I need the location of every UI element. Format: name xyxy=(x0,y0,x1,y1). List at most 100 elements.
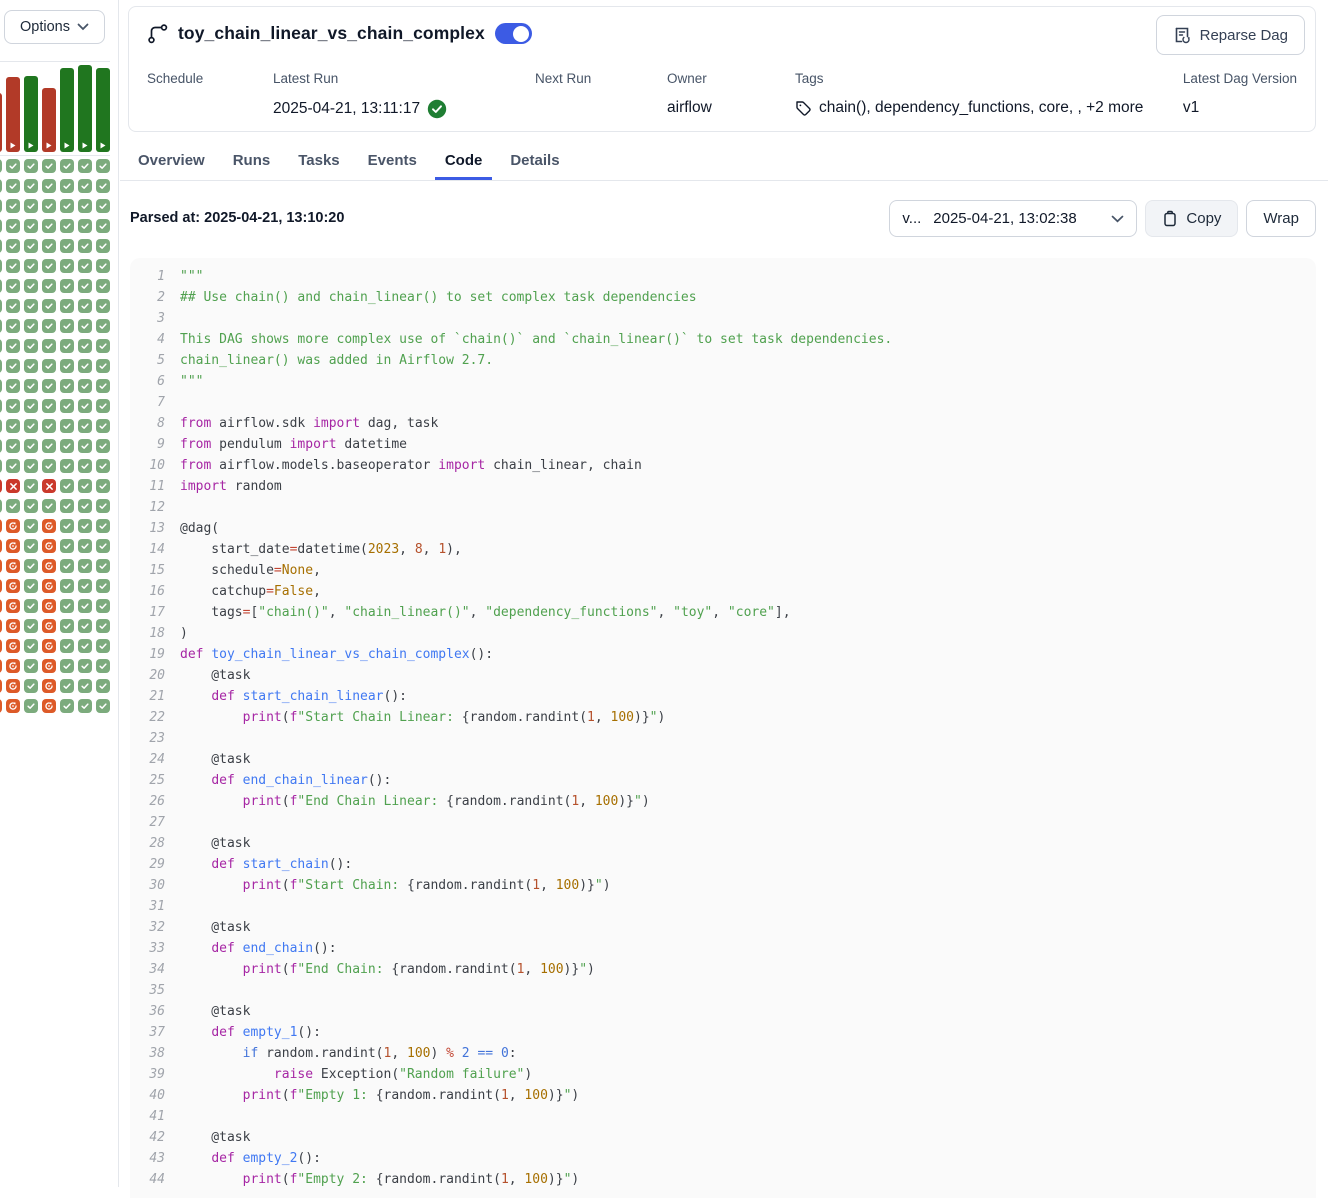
task-instance-success[interactable] xyxy=(0,499,2,513)
task-instance-success[interactable] xyxy=(78,279,92,293)
task-instance-success[interactable] xyxy=(96,619,110,633)
task-instance-success[interactable] xyxy=(6,459,20,473)
task-instance-success[interactable] xyxy=(96,479,110,493)
task-instance-failed[interactable] xyxy=(6,479,20,493)
task-instance-success[interactable] xyxy=(0,179,2,193)
tab-overview[interactable]: Overview xyxy=(128,143,215,180)
task-instance-success[interactable] xyxy=(78,579,92,593)
task-instance-success[interactable] xyxy=(60,359,74,373)
task-instance-success[interactable] xyxy=(42,499,56,513)
task-instance-success[interactable] xyxy=(6,239,20,253)
task-instance-success[interactable] xyxy=(60,539,74,553)
task-instance-success[interactable] xyxy=(96,519,110,533)
task-instance-success[interactable] xyxy=(78,199,92,213)
task-instance-success[interactable] xyxy=(42,159,56,173)
task-instance-success[interactable] xyxy=(0,279,2,293)
task-instance-success[interactable] xyxy=(24,679,38,693)
task-instance-success[interactable] xyxy=(60,379,74,393)
copy-button[interactable]: Copy xyxy=(1145,200,1238,237)
task-instance-success[interactable] xyxy=(96,279,110,293)
task-instance-up_for_retry[interactable] xyxy=(6,519,20,533)
task-instance-success[interactable] xyxy=(96,499,110,513)
task-instance-up_for_retry[interactable] xyxy=(0,539,2,553)
task-instance-success[interactable] xyxy=(6,499,20,513)
task-instance-up_for_retry[interactable] xyxy=(6,579,20,593)
task-instance-success[interactable] xyxy=(60,459,74,473)
task-instance-success[interactable] xyxy=(0,199,2,213)
task-instance-success[interactable] xyxy=(0,259,2,273)
task-instance-success[interactable] xyxy=(96,599,110,613)
task-instance-success[interactable] xyxy=(96,159,110,173)
task-instance-success[interactable] xyxy=(78,219,92,233)
task-instance-success[interactable] xyxy=(24,439,38,453)
task-instance-success[interactable] xyxy=(42,279,56,293)
task-instance-success[interactable] xyxy=(78,419,92,433)
task-instance-success[interactable] xyxy=(78,559,92,573)
task-instance-success[interactable] xyxy=(60,599,74,613)
task-instance-success[interactable] xyxy=(42,459,56,473)
task-instance-success[interactable] xyxy=(96,319,110,333)
task-instance-success[interactable] xyxy=(60,659,74,673)
task-instance-success[interactable] xyxy=(60,479,74,493)
code-viewer[interactable]: 1"""2## Use chain() and chain_linear() t… xyxy=(130,258,1316,1198)
task-instance-success[interactable] xyxy=(0,339,2,353)
task-instance-success[interactable] xyxy=(6,299,20,313)
task-instance-success[interactable] xyxy=(60,399,74,413)
task-instance-success[interactable] xyxy=(60,679,74,693)
task-instance-success[interactable] xyxy=(24,319,38,333)
tags-value[interactable]: chain(), dependency_functions, core, , +… xyxy=(819,99,1143,117)
task-instance-success[interactable] xyxy=(78,679,92,693)
task-instance-success[interactable] xyxy=(60,639,74,653)
task-instance-success[interactable] xyxy=(96,639,110,653)
task-instance-success[interactable] xyxy=(24,199,38,213)
task-instance-success[interactable] xyxy=(42,359,56,373)
task-instance-failed[interactable] xyxy=(0,479,2,493)
task-instance-up_for_retry[interactable] xyxy=(42,699,56,713)
task-instance-success[interactable] xyxy=(6,339,20,353)
task-instance-success[interactable] xyxy=(60,279,74,293)
task-instance-success[interactable] xyxy=(96,359,110,373)
task-instance-success[interactable] xyxy=(78,459,92,473)
task-instance-success[interactable] xyxy=(6,199,20,213)
task-instance-success[interactable] xyxy=(24,619,38,633)
dag-run-bar-failed[interactable] xyxy=(0,93,2,152)
task-instance-up_for_retry[interactable] xyxy=(42,559,56,573)
task-instance-up_for_retry[interactable] xyxy=(0,619,2,633)
task-instance-success[interactable] xyxy=(24,399,38,413)
task-instance-up_for_retry[interactable] xyxy=(42,659,56,673)
task-instance-success[interactable] xyxy=(78,619,92,633)
tab-tasks[interactable]: Tasks xyxy=(288,143,349,180)
task-instance-success[interactable] xyxy=(96,679,110,693)
task-instance-success[interactable] xyxy=(42,379,56,393)
task-instance-success[interactable] xyxy=(24,159,38,173)
task-instance-up_for_retry[interactable] xyxy=(6,679,20,693)
task-instance-success[interactable] xyxy=(24,639,38,653)
task-instance-success[interactable] xyxy=(60,179,74,193)
task-instance-success[interactable] xyxy=(0,419,2,433)
task-instance-success[interactable] xyxy=(42,239,56,253)
task-instance-up_for_retry[interactable] xyxy=(42,639,56,653)
task-instance-success[interactable] xyxy=(24,559,38,573)
task-instance-up_for_retry[interactable] xyxy=(42,539,56,553)
task-instance-success[interactable] xyxy=(24,599,38,613)
task-instance-success[interactable] xyxy=(0,439,2,453)
task-instance-success[interactable] xyxy=(60,339,74,353)
task-instance-success[interactable] xyxy=(78,259,92,273)
dag-run-bar-failed[interactable] xyxy=(42,88,56,152)
task-instance-success[interactable] xyxy=(60,199,74,213)
task-instance-up_for_retry[interactable] xyxy=(0,559,2,573)
task-instance-success[interactable] xyxy=(24,539,38,553)
task-instance-up_for_retry[interactable] xyxy=(0,519,2,533)
task-instance-success[interactable] xyxy=(0,399,2,413)
task-instance-up_for_retry[interactable] xyxy=(0,579,2,593)
task-instance-success[interactable] xyxy=(6,419,20,433)
task-instance-success[interactable] xyxy=(60,559,74,573)
task-instance-success[interactable] xyxy=(42,259,56,273)
task-instance-success[interactable] xyxy=(24,259,38,273)
task-instance-success[interactable] xyxy=(78,519,92,533)
task-instance-success[interactable] xyxy=(78,639,92,653)
task-instance-success[interactable] xyxy=(42,179,56,193)
task-instance-success[interactable] xyxy=(0,359,2,373)
task-instance-success[interactable] xyxy=(96,239,110,253)
task-instance-success[interactable] xyxy=(6,159,20,173)
